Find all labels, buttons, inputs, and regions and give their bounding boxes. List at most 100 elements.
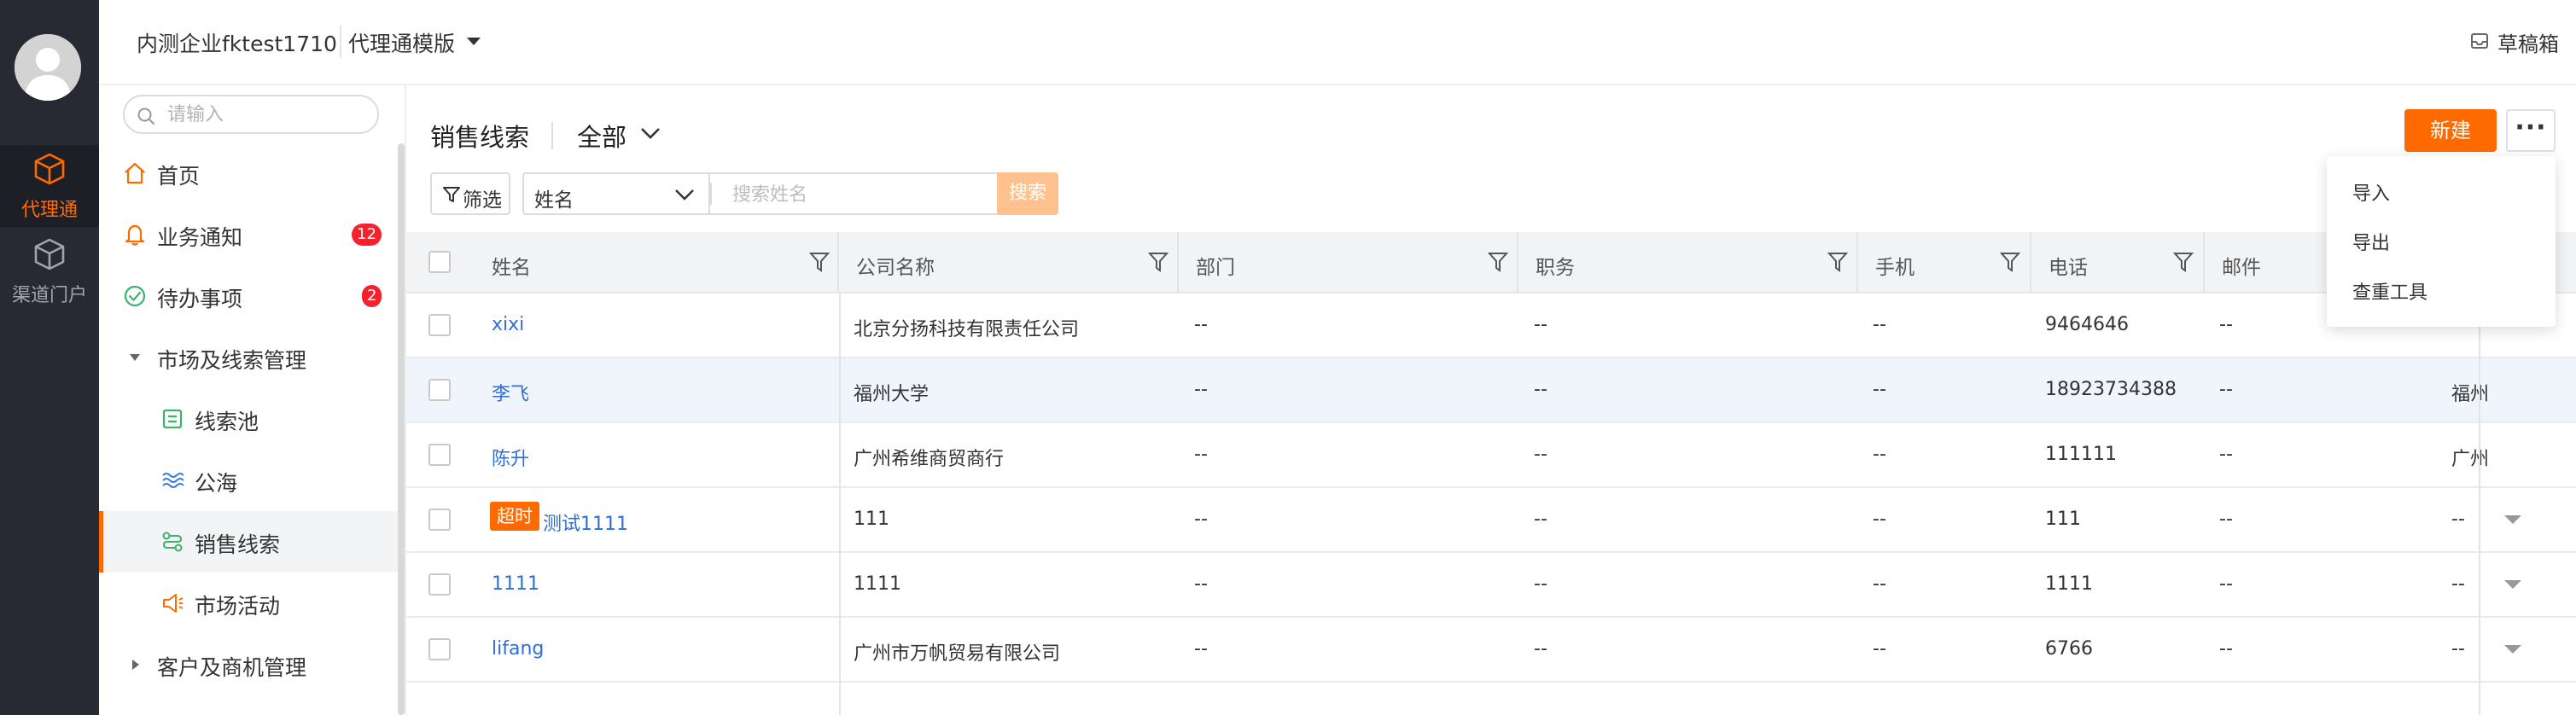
sidebar-item-label: 业务通知 bbox=[157, 225, 243, 250]
row-checkbox[interactable] bbox=[428, 444, 451, 466]
cell-department: -- bbox=[1194, 573, 1208, 595]
cell-title: -- bbox=[1534, 444, 1547, 465]
company-name: 内测企业fktest1710 bbox=[137, 32, 337, 56]
column-header-label: 电话 bbox=[2049, 257, 2088, 279]
sidebar-search-input[interactable] bbox=[167, 103, 364, 125]
filter-icon[interactable] bbox=[809, 251, 830, 273]
timeout-tag: 超时 bbox=[490, 502, 539, 531]
drafts-link[interactable]: 草稿箱 bbox=[2497, 27, 2559, 57]
new-button[interactable]: 新建 bbox=[2404, 109, 2497, 152]
template-switcher[interactable]: 代理通模版 bbox=[348, 27, 455, 58]
cell-mobile: -- bbox=[1873, 509, 1886, 530]
column-header-company[interactable]: 公司名称 bbox=[839, 232, 1179, 294]
cell-email: -- bbox=[2219, 379, 2233, 400]
search-input[interactable] bbox=[732, 183, 988, 206]
search-button[interactable]: 搜索 bbox=[997, 172, 1058, 215]
divider bbox=[340, 26, 341, 58]
sidebar-item-sales-leads[interactable]: 销售线索 bbox=[99, 511, 398, 573]
lead-name-link[interactable]: 测试1111 bbox=[543, 509, 628, 536]
sidebar-item-label: 待办事项 bbox=[157, 287, 243, 311]
lead-name-link[interactable]: 陈升 bbox=[492, 444, 529, 471]
filter-icon[interactable] bbox=[1488, 251, 1508, 273]
more-button[interactable]: ··· bbox=[2506, 109, 2556, 152]
page-title: 销售线索 bbox=[430, 123, 530, 152]
cell-email: -- bbox=[2219, 509, 2233, 530]
column-header-label: 部门 bbox=[1196, 257, 1235, 279]
table-row[interactable]: 陈升 广州希维商贸商行 -- -- -- 111111 -- 广州 bbox=[406, 423, 2576, 488]
sidebar-item-home[interactable]: 首页 bbox=[99, 142, 398, 204]
cube-icon bbox=[34, 238, 65, 270]
megaphone-icon bbox=[163, 594, 184, 613]
row-checkbox[interactable] bbox=[428, 573, 451, 596]
sidebar-group-customers[interactable]: 客户及商机管理 bbox=[99, 634, 398, 695]
cell-company: 广州市万帆贸易有限公司 bbox=[854, 643, 1061, 665]
cell-company: 北京分扬科技有限责任公司 bbox=[854, 319, 1080, 340]
filter-icon[interactable] bbox=[2173, 251, 2194, 273]
select-all-checkbox[interactable] bbox=[428, 251, 451, 273]
sidebar-item-label: 销售线索 bbox=[195, 532, 281, 557]
row-checkbox[interactable] bbox=[428, 379, 451, 401]
filter-button[interactable]: 筛选 bbox=[430, 172, 510, 215]
table-row[interactable]: 超时 测试1111 111 -- -- -- 111 -- -- bbox=[406, 488, 2576, 553]
caret-down-icon[interactable] bbox=[2503, 643, 2523, 655]
cell-company: 福州大学 bbox=[854, 384, 930, 405]
sidebar-item-public-sea[interactable]: 公海 bbox=[99, 450, 398, 511]
filter-icon[interactable] bbox=[2000, 251, 2020, 273]
sidebar-item-notifications[interactable]: 业务通知 12 bbox=[99, 204, 398, 265]
sidebar-item-todo[interactable]: 待办事项 2 bbox=[99, 265, 398, 327]
cell-mobile: -- bbox=[1873, 573, 1886, 595]
cell-phone: 18923734388 bbox=[2045, 379, 2177, 400]
lead-name-link[interactable]: 李飞 bbox=[492, 379, 529, 406]
menu-item-dedupe-tool[interactable]: 查重工具 bbox=[2352, 277, 2427, 305]
menu-item-export[interactable]: 导出 bbox=[2352, 228, 2390, 255]
lead-name-link[interactable]: lifang bbox=[492, 638, 544, 660]
cell-mobile: -- bbox=[1873, 379, 1886, 400]
column-header-name[interactable]: 姓名 bbox=[475, 232, 839, 294]
table-row[interactable]: lifang 广州市万帆贸易有限公司 -- -- -- 6766 -- -- bbox=[406, 618, 2576, 683]
row-checkbox[interactable] bbox=[428, 314, 451, 336]
cell-title: -- bbox=[1534, 509, 1547, 530]
caret-down-icon[interactable] bbox=[2503, 514, 2523, 526]
table-row[interactable]: 1111 1111 -- -- -- 1111 -- -- bbox=[406, 553, 2576, 618]
column-header-mobile[interactable]: 手机 bbox=[1858, 232, 2031, 294]
search-field-select[interactable]: 姓名 bbox=[522, 172, 710, 215]
table-row[interactable]: 李飞 福州大学 -- -- -- 18923734388 -- 福州 bbox=[406, 358, 2576, 423]
row-checkbox[interactable] bbox=[428, 509, 451, 531]
column-header-title[interactable]: 职务 bbox=[1518, 232, 1858, 294]
column-header-label: 邮件 bbox=[2222, 257, 2261, 279]
cell-department: -- bbox=[1194, 638, 1208, 660]
sidebar-item-label: 市场及线索管理 bbox=[157, 348, 307, 373]
cell-extra: -- bbox=[2451, 573, 2465, 595]
table-row[interactable]: xixi 北京分扬科技有限责任公司 -- -- -- 9464646 -- -- bbox=[406, 294, 2576, 358]
chevron-down-icon[interactable] bbox=[640, 126, 661, 140]
rail-item-channel[interactable]: 渠道门户 bbox=[0, 230, 99, 312]
column-divider bbox=[839, 294, 841, 715]
sidebar-item-lead-pool[interactable]: 线索池 bbox=[99, 388, 398, 450]
column-header-department[interactable]: 部门 bbox=[1179, 232, 1518, 294]
sidebar-scrollbar[interactable] bbox=[398, 143, 405, 715]
cell-email: -- bbox=[2219, 573, 2233, 595]
lead-name-link[interactable]: 1111 bbox=[492, 573, 539, 595]
cell-extra: -- bbox=[2451, 638, 2465, 660]
rail-item-proxy[interactable]: 代理通 bbox=[0, 145, 99, 227]
menu-item-import[interactable]: 导入 bbox=[2352, 178, 2390, 206]
avatar[interactable] bbox=[15, 34, 81, 101]
filter-icon[interactable] bbox=[1148, 251, 1169, 273]
caret-down-icon[interactable] bbox=[466, 37, 481, 47]
sidebar-item-marketing-activity[interactable]: 市场活动 bbox=[99, 573, 398, 634]
search-icon bbox=[137, 108, 154, 125]
user-avatar-icon bbox=[15, 34, 81, 101]
cell-department: -- bbox=[1194, 509, 1208, 530]
caret-down-icon[interactable] bbox=[2503, 578, 2523, 590]
column-header-phone[interactable]: 电话 bbox=[2031, 232, 2205, 294]
cell-title: -- bbox=[1534, 379, 1547, 400]
row-checkbox[interactable] bbox=[428, 638, 451, 660]
cell-company: 111 bbox=[854, 509, 889, 530]
lead-name-link[interactable]: xixi bbox=[492, 314, 524, 335]
sidebar-item-label: 公海 bbox=[195, 471, 238, 496]
sidebar-group-marketing[interactable]: 市场及线索管理 bbox=[99, 327, 398, 388]
filter-icon[interactable] bbox=[1827, 251, 1848, 273]
cell-email: -- bbox=[2219, 444, 2233, 465]
cell-phone: 111111 bbox=[2045, 444, 2117, 465]
scope-selector[interactable]: 全部 bbox=[577, 118, 627, 154]
